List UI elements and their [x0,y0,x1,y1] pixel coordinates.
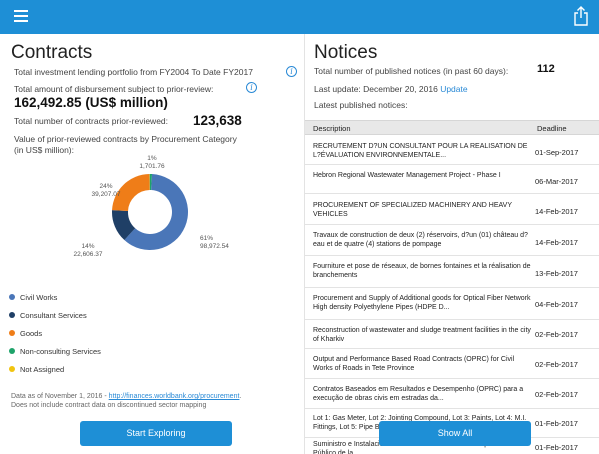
notice-deadline: 06-Mar-2017 [535,177,578,186]
disbursement-label: Total amount of disbursement subject to … [14,84,214,94]
published-label: Total number of published notices (in pa… [314,66,509,76]
legend-item: Goods [9,329,43,338]
legend-item: Consultant Services [9,311,87,320]
slice-value-label: 39,207.07 [92,191,121,198]
notice-description: Hebron Regional Wastewater Management Pr… [313,172,501,179]
procurement-donut-chart: 1%1,701.76 61%98,972.54 14%22,606.37 24%39,… [74,155,230,258]
table-row[interactable]: Output and Performance Based Road Contra… [305,349,599,379]
notice-description: Contratos Baseados em Resultados e Desem… [313,386,524,402]
legend-label: Not Assigned [20,365,65,374]
notice-description: Output and Performance Based Road Contra… [313,356,515,372]
last-update-text: Last update: December 20, 2016 Update [314,84,468,95]
legend-item: Civil Works [9,293,58,302]
last-update-label: Last update: December 20, 2016 [314,84,438,94]
legend-swatch [9,312,15,318]
slice-value-label: 98,972.54 [200,243,229,250]
legend-label: Non-consulting Services [20,347,101,356]
notice-description: Reconstruction of wastewater and sludge … [313,327,531,343]
table-row[interactable]: RECRUTEMENT D?UN CONSULTANT POUR LA REAL… [305,136,599,165]
data-footnote-2: Does not include contract data on discon… [11,402,207,409]
notices-panel: Notices Total number of published notice… [305,34,599,454]
table-row[interactable]: Hebron Regional Wastewater Management Pr… [305,165,599,194]
prior-reviewed-label: Total number of contracts prior-reviewed… [14,116,169,126]
table-row[interactable]: PROCUREMENT OF SPECIALIZED MACHINERY AND… [305,194,599,225]
share-icon[interactable] [573,6,589,26]
notice-deadline: 01-Sep-2017 [535,148,579,157]
col-deadline: Deadline [537,124,567,133]
slice-value-label: 1,701.76 [139,163,165,170]
app-header [0,0,599,34]
notice-deadline: 14-Feb-2017 [535,207,578,216]
notice-deadline: 02-Feb-2017 [535,330,578,339]
data-footnote: Data as of November 1, 2016 - http://fin… [11,392,241,401]
notice-description: Travaux de construction de deux (2) rése… [313,232,528,248]
notice-deadline: 13-Feb-2017 [535,269,578,278]
legend-swatch [9,348,15,354]
table-row[interactable]: Contratos Baseados em Resultados e Desem… [305,379,599,409]
notices-title: Notices [314,42,378,63]
footnote-text: Data as of November 1, 2016 - [11,393,109,400]
legend-item: Not Assigned [9,365,65,374]
latest-label: Latest published notices: [314,100,408,110]
procurement-link[interactable]: http://finances.worldbank.org/procuremen… [109,393,240,400]
info-icon[interactable]: i [246,82,257,93]
slice-percent-label: 14% [81,243,94,250]
table-row[interactable]: Travaux de construction de deux (2) rése… [305,225,599,256]
notice-deadline: 04-Feb-2017 [535,300,578,309]
legend-label: Consultant Services [20,311,87,320]
contracts-panel: Contracts Total investment lending portf… [0,34,304,454]
notices-table-header: Description Deadline [305,120,599,135]
slice-percent-label: 1% [147,155,157,162]
slice-value-label: 22,606.37 [74,251,103,258]
show-all-button[interactable]: Show All [379,421,531,446]
notice-description: PROCUREMENT OF SPECIALIZED MACHINERY AND… [313,202,512,218]
notice-deadline: 01-Feb-2017 [535,419,578,428]
update-link[interactable]: Update [440,84,467,94]
info-icon[interactable]: i [286,66,297,77]
table-row[interactable]: Reconstruction of wastewater and sludge … [305,320,599,349]
legend-label: Goods [20,329,43,338]
notice-deadline: 02-Feb-2017 [535,360,578,369]
table-row[interactable]: Procurement and Supply of Additional goo… [305,288,599,320]
hamburger-icon[interactable] [14,10,28,22]
published-value: 112 [537,63,555,75]
legend-swatch [9,294,15,300]
contracts-title: Contracts [11,42,93,63]
slice-percent-label: 61% [200,235,213,242]
notice-deadline: 14-Feb-2017 [535,238,578,247]
legend-item: Non-consulting Services [9,347,101,356]
col-description: Description [313,124,351,133]
legend-label: Civil Works [20,293,58,302]
chart-caption: Value of prior-reviewed contracts by Pro… [14,134,237,144]
notice-deadline: 02-Feb-2017 [535,390,578,399]
notice-description: Procurement and Supply of Additional goo… [313,295,531,311]
legend-swatch [9,330,15,336]
notice-deadline: 01-Feb-2017 [535,443,578,452]
portfolio-text: Total investment lending portfolio from … [14,67,253,77]
start-exploring-button[interactable]: Start Exploring [80,421,232,446]
slice-percent-label: 24% [99,183,112,190]
notice-description: Fourniture et pose de réseaux, de bornes… [313,263,531,279]
notice-description: RECRUTEMENT D?UN CONSULTANT POUR LA REAL… [313,143,528,159]
legend-swatch [9,366,15,372]
prior-reviewed-value: 123,638 [193,113,242,128]
footnote-text: . [239,393,242,400]
table-row[interactable]: Fourniture et pose de réseaux, de bornes… [305,256,599,288]
disbursement-value: 162,492.85 (US$ million) [14,95,168,110]
